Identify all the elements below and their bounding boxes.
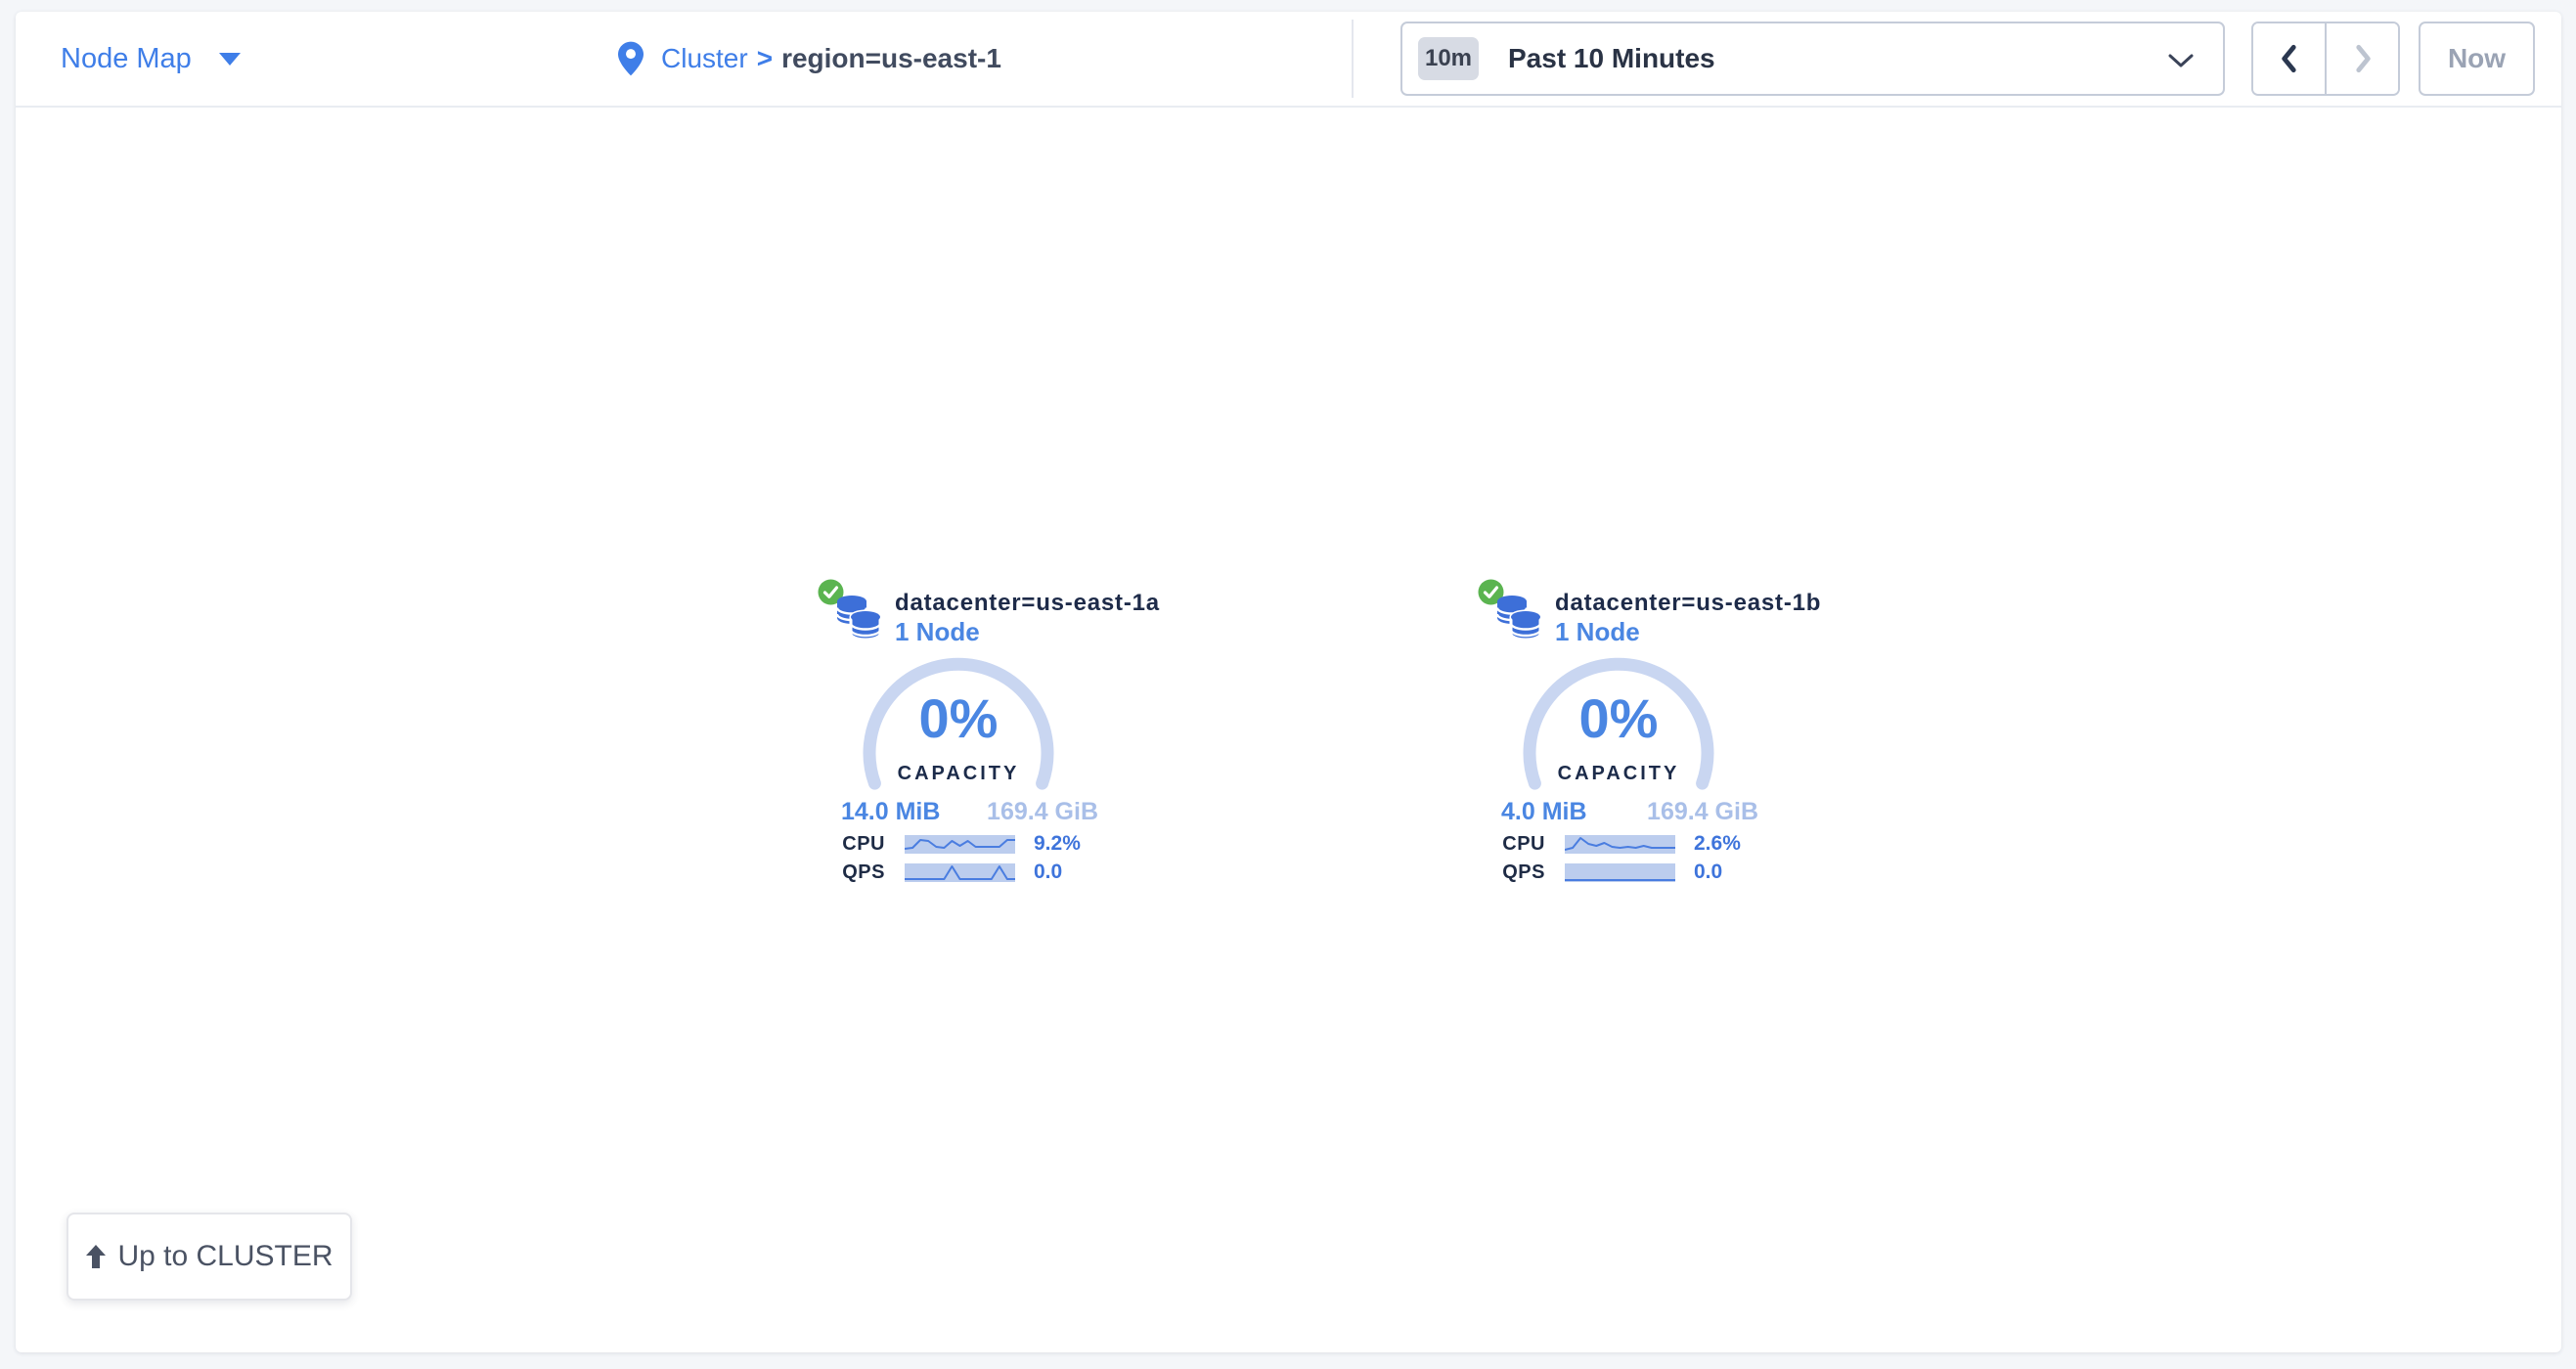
breadcrumb-separator: > — [757, 43, 773, 74]
metric-label: QPS — [822, 861, 885, 884]
cpu-sparkline — [905, 835, 1015, 854]
breadcrumb: Cluster > region=us-east-1 — [618, 12, 1001, 106]
time-range-dropdown[interactable]: 10m Past 10 Minutes — [1400, 22, 2225, 96]
capacity-total: 169.4 GiB — [1647, 798, 1758, 826]
capacity-total: 169.4 GiB — [987, 798, 1098, 826]
datacenter-card-us-east-1a[interactable]: datacenter=us-east-1a 1 Node 0% CAPACITY… — [822, 581, 1115, 896]
metric-value: 0.0 — [1034, 861, 1062, 884]
metric-label: CPU — [822, 833, 885, 856]
up-to-cluster-button[interactable]: Up to CLUSTER — [67, 1213, 352, 1301]
capacity-used: 14.0 MiB — [841, 798, 940, 826]
datacenter-title: datacenter=us-east-1a — [895, 589, 1160, 618]
capacity-used: 4.0 MiB — [1501, 798, 1587, 826]
datacenter-header: datacenter=us-east-1a 1 Node — [895, 589, 1160, 645]
view-selector-dropdown[interactable]: Node Map — [61, 12, 241, 106]
time-prev-button[interactable] — [2253, 23, 2325, 94]
breadcrumb-link-cluster[interactable]: Cluster — [661, 43, 748, 74]
cpu-sparkline — [1565, 835, 1675, 854]
chevron-left-icon — [2277, 42, 2302, 75]
qps-sparkline — [905, 863, 1015, 882]
time-next-button[interactable] — [2325, 23, 2398, 94]
now-button[interactable]: Now — [2419, 22, 2535, 96]
datacenter-title: datacenter=us-east-1b — [1555, 589, 1821, 618]
node-map-screen: Node Map Cluster > region=us-east-1 10m … — [0, 0, 2576, 1369]
datacenter-node-count: 1 Node — [895, 618, 1160, 645]
location-pin-icon — [618, 41, 644, 76]
database-stack-icon — [1495, 594, 1542, 647]
metric-row-cpu: CPU 2.6% — [1482, 832, 1775, 856]
chevron-right-icon — [2350, 42, 2376, 75]
chevron-down-icon — [2168, 54, 2194, 72]
metric-row-cpu: CPU 9.2% — [822, 832, 1115, 856]
metric-row-qps: QPS 0.0 — [822, 861, 1115, 884]
metric-label: CPU — [1482, 833, 1545, 856]
top-bar: Node Map Cluster > region=us-east-1 10m … — [16, 12, 2561, 108]
datacenter-card-us-east-1b[interactable]: datacenter=us-east-1b 1 Node 0% CAPACITY… — [1482, 581, 1775, 896]
capacity-caption: CAPACITY — [849, 763, 1068, 785]
main-panel: Node Map Cluster > region=us-east-1 10m … — [16, 12, 2561, 1352]
capacity-percent: 0% — [1514, 690, 1723, 747]
time-step-buttons — [2251, 22, 2400, 96]
metric-value: 9.2% — [1034, 832, 1081, 856]
datacenter-node-count: 1 Node — [1555, 618, 1821, 645]
metric-row-qps: QPS 0.0 — [1482, 861, 1775, 884]
metric-value: 2.6% — [1694, 832, 1741, 856]
qps-sparkline — [1565, 863, 1675, 882]
metric-label: QPS — [1482, 861, 1545, 884]
topbar-divider — [1352, 20, 1354, 98]
chevron-down-icon — [219, 53, 241, 66]
view-selector-label: Node Map — [61, 43, 192, 75]
capacity-values-row: 4.0 MiB 169.4 GiB — [1501, 798, 1758, 826]
breadcrumb-current: region=us-east-1 — [781, 43, 1001, 74]
arrow-up-icon — [85, 1245, 107, 1268]
up-to-cluster-label: Up to CLUSTER — [117, 1240, 333, 1273]
capacity-values-row: 14.0 MiB 169.4 GiB — [841, 798, 1098, 826]
metric-value: 0.0 — [1694, 861, 1722, 884]
capacity-percent: 0% — [854, 690, 1063, 747]
capacity-caption: CAPACITY — [1509, 763, 1728, 785]
time-range-badge: 10m — [1418, 37, 1479, 80]
time-range-label: Past 10 Minutes — [1508, 43, 1715, 74]
datacenter-header: datacenter=us-east-1b 1 Node — [1555, 589, 1821, 645]
database-stack-icon — [835, 594, 882, 647]
node-map-canvas: datacenter=us-east-1a 1 Node 0% CAPACITY… — [16, 108, 2561, 1352]
